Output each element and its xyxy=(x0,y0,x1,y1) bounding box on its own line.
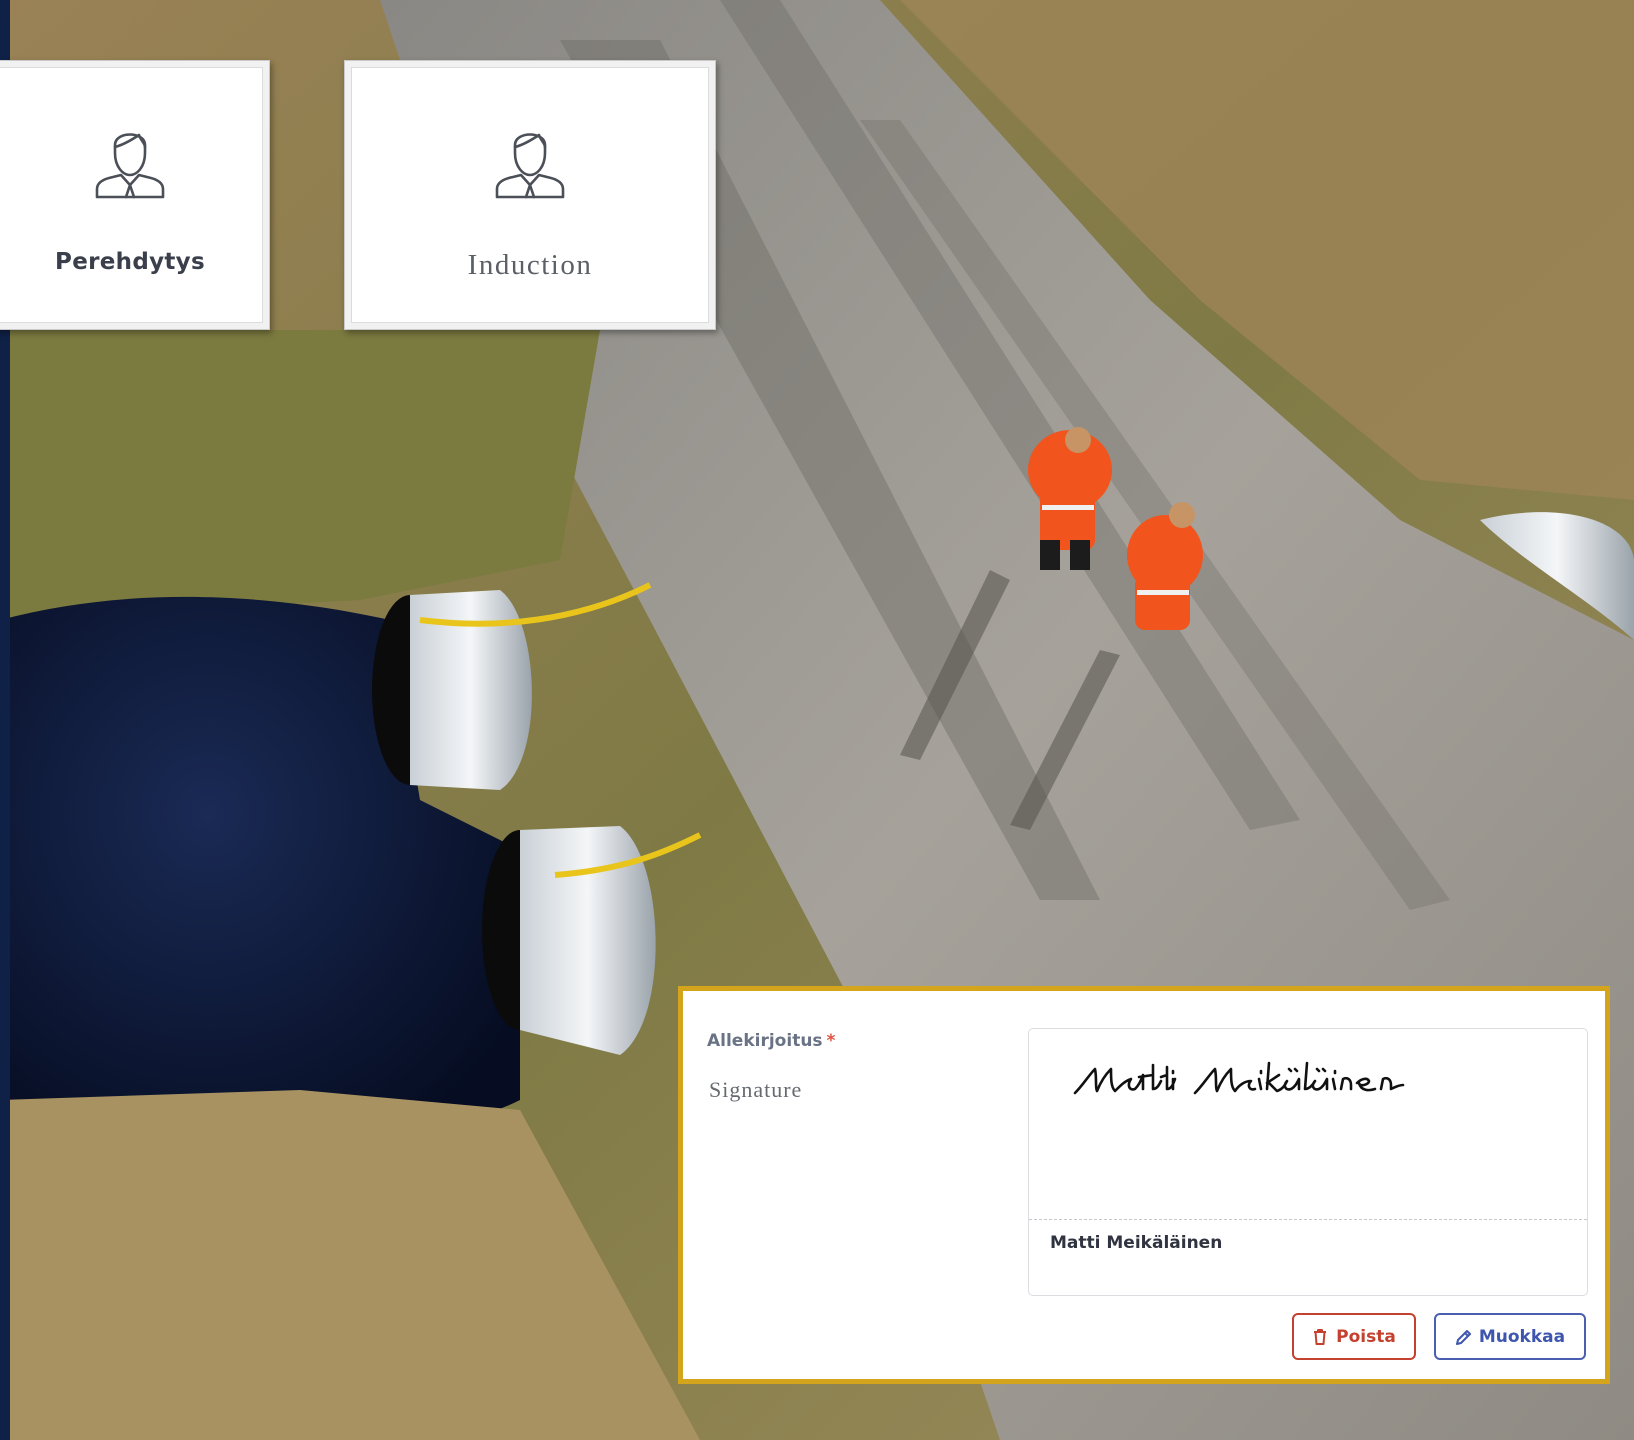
tile-label: Perehdytys xyxy=(55,249,205,275)
edit-button-label: Muokkaa xyxy=(1478,1326,1566,1347)
person-icon xyxy=(95,133,165,199)
edit-button[interactable]: Muokkaa xyxy=(1434,1313,1586,1360)
person-icon xyxy=(495,133,565,199)
trash-icon xyxy=(1314,1328,1327,1345)
required-mark: * xyxy=(826,1031,836,1051)
tile-label: Induction xyxy=(467,249,593,281)
handwritten-signature xyxy=(1073,1061,1405,1095)
signature-label-text: Allekirjoitus xyxy=(707,1031,823,1051)
pencil-icon xyxy=(1455,1329,1471,1345)
signature-baseline xyxy=(1029,1219,1587,1220)
signature-pad[interactable]: Matti Meikäläinen xyxy=(1028,1028,1588,1296)
signer-name: Matti Meikäläinen xyxy=(1050,1233,1223,1253)
delete-button[interactable]: Poista xyxy=(1292,1313,1416,1360)
signature-field-label: Allekirjoitus * xyxy=(707,1031,835,1051)
delete-button-label: Poista xyxy=(1336,1326,1396,1347)
tile-perehdytys[interactable]: Perehdytys xyxy=(0,60,270,330)
signature-card: Allekirjoitus * Signature Matti Meikäläin… xyxy=(678,986,1610,1384)
signature-subtitle: Signature xyxy=(709,1077,803,1102)
tile-induction[interactable]: Induction xyxy=(344,60,716,330)
